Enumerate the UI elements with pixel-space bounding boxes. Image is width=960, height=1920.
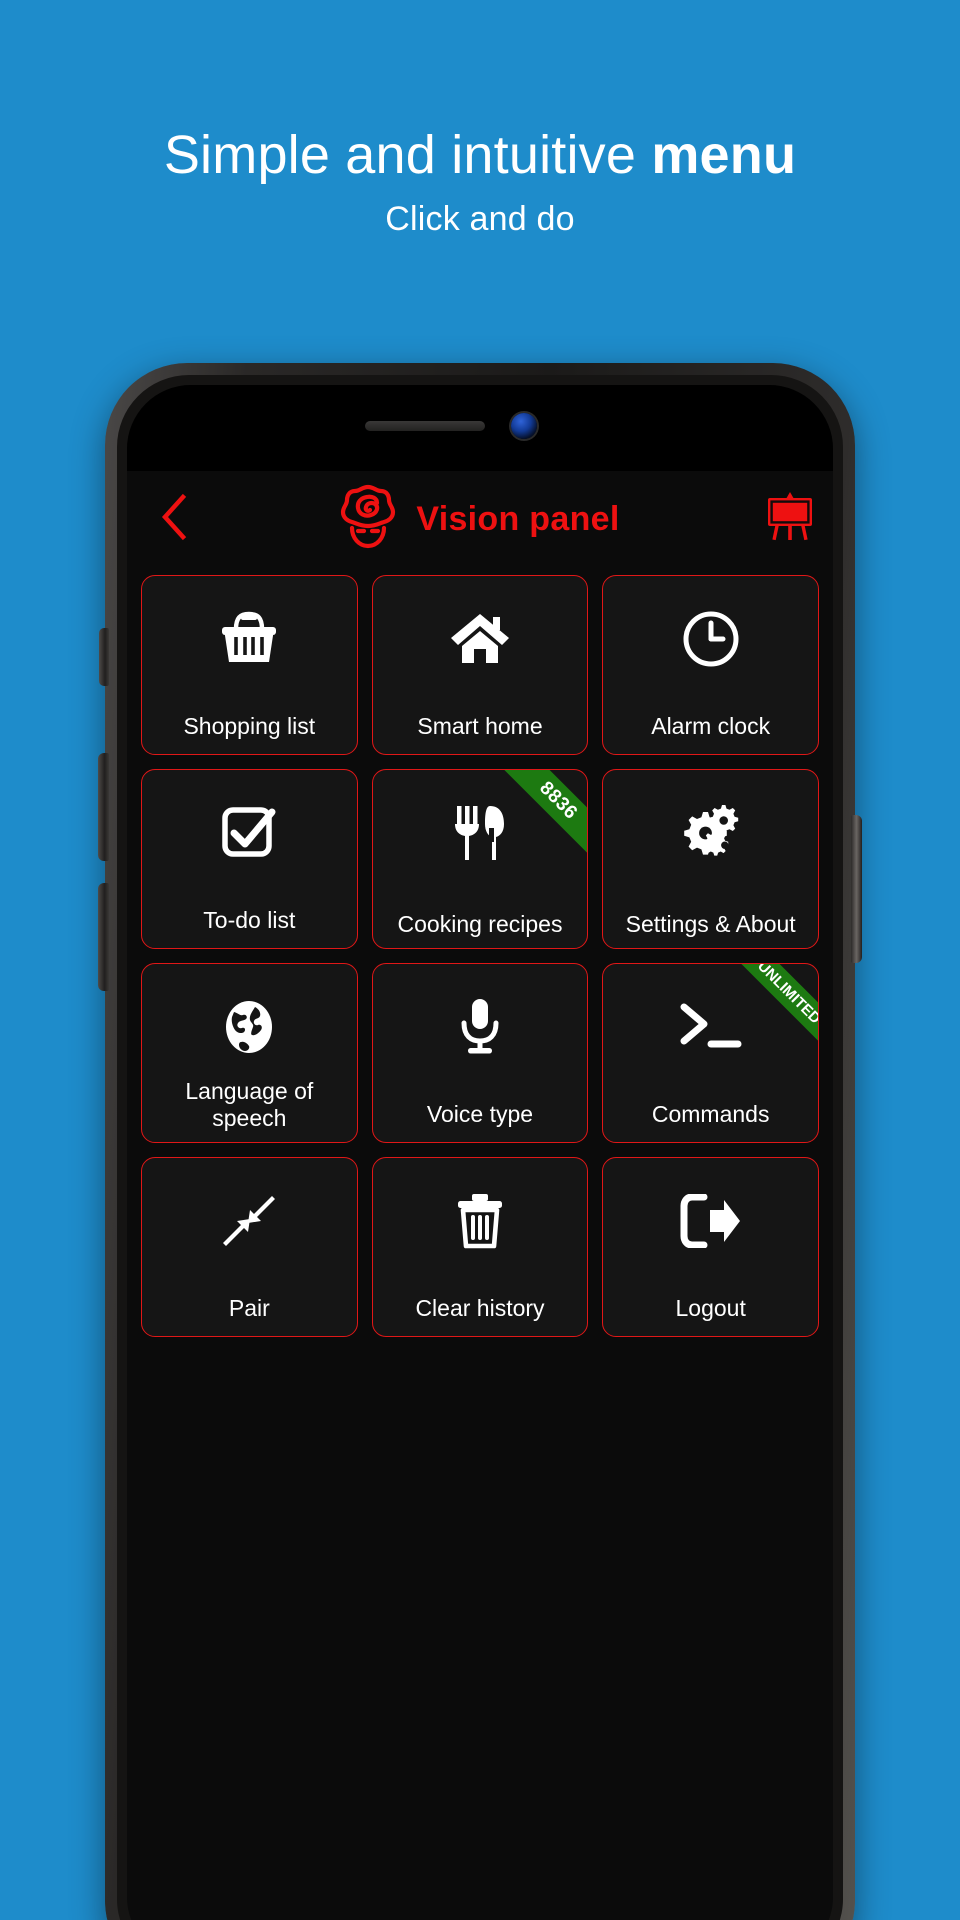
menu-tile-clear-history[interactable]: Clear history (371, 1157, 589, 1337)
phone-silent-switch[interactable] (99, 628, 109, 686)
menu-tile-commands[interactable]: UNLIMITED Commands (602, 963, 819, 1143)
menu-tile-voice-type[interactable]: Voice type (371, 963, 589, 1143)
phone-bezel: Vision panel Shopping list Smart home Al… (117, 375, 843, 1920)
pair-arrows-icon (220, 1186, 278, 1256)
promo-header: Simple and intuitive menu Click and do (0, 0, 960, 239)
clock-icon (682, 604, 740, 674)
checkbox-icon (220, 798, 278, 868)
menu-tile-label: Settings & About (625, 910, 796, 937)
phone-notch-area (127, 385, 833, 471)
menu-tile-label: Language of speech (185, 1077, 314, 1131)
phone-power-button[interactable] (851, 815, 862, 963)
back-button[interactable] (139, 492, 209, 547)
app-header: Vision panel (127, 471, 833, 567)
promo-title-bold: menu (651, 125, 797, 185)
menu-tile-shopping-list[interactable]: Shopping list (141, 575, 358, 755)
phone-volume-down-button[interactable] (98, 883, 109, 991)
menu-tile-label: Smart home (417, 712, 543, 739)
menu-tile-label: To-do list (203, 906, 296, 933)
menu-tile-language-of-speech[interactable]: Language of speech (141, 963, 358, 1143)
menu-tile-label: Cooking recipes (397, 910, 563, 937)
menu-tile-label: Logout (675, 1294, 746, 1321)
menu-grid: Shopping list Smart home Alarm clock To-… (127, 575, 833, 1337)
promo-title-light: Simple and intuitive (163, 125, 652, 185)
promo-subtitle: Click and do (385, 200, 575, 238)
app-title: Vision panel (416, 499, 620, 538)
front-camera-icon (511, 413, 537, 439)
menu-tile-cooking-recipes[interactable]: 8836 Cooking recipes (371, 769, 589, 949)
chevron-left-icon (159, 492, 189, 547)
cutlery-icon (452, 798, 508, 868)
app-brand: Vision panel (209, 484, 747, 555)
home-icon (449, 604, 511, 674)
gears-icon (680, 798, 742, 868)
phone-volume-up-button[interactable] (98, 753, 109, 861)
logout-icon (680, 1186, 742, 1256)
globe-icon (222, 992, 276, 1062)
rose-logo-icon (336, 484, 400, 555)
menu-tile-label: Voice type (426, 1100, 534, 1127)
phone-mockup: Vision panel Shopping list Smart home Al… (98, 363, 862, 1920)
trash-icon (455, 1186, 505, 1256)
easel-board-icon (764, 491, 816, 547)
menu-tile-alarm-clock[interactable]: Alarm clock (602, 575, 819, 755)
menu-tile-pair[interactable]: Pair (141, 1157, 358, 1337)
menu-tile-label: Pair (228, 1294, 270, 1321)
microphone-icon (458, 992, 502, 1062)
phone-screen: Vision panel Shopping list Smart home Al… (127, 385, 833, 1920)
menu-tile-label: Alarm clock (651, 712, 771, 739)
menu-tile-logout[interactable]: Logout (602, 1157, 819, 1337)
basket-icon (219, 604, 279, 674)
promo-title: Simple and intuitive menu (0, 128, 960, 182)
tile-badge-ribbon: 8836 (493, 770, 588, 866)
terminal-icon (678, 992, 744, 1062)
menu-tile-settings-about[interactable]: Settings & About (602, 769, 819, 949)
menu-tile-label: Clear history (415, 1294, 545, 1321)
presentation-button[interactable] (747, 491, 833, 547)
menu-tile-label: Shopping list (183, 712, 316, 739)
menu-tile-smart-home[interactable]: Smart home (371, 575, 589, 755)
menu-tile-label: Commands (651, 1100, 770, 1127)
menu-tile-to-do-list[interactable]: To-do list (141, 769, 358, 949)
earpiece-speaker-icon (365, 421, 485, 431)
